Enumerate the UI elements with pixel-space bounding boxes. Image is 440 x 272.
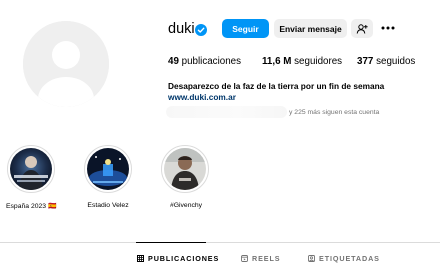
profile-avatar[interactable] [23,21,109,107]
following-count-label: seguidos [376,56,416,67]
verified-badge-icon [195,24,207,36]
tabs-divider [0,242,440,243]
profile-username: duki [168,21,195,37]
tagged-icon [308,254,315,262]
tab-posts-label: PUBLICACIONES [148,253,220,263]
highlight-label: #Givenchy [169,202,203,209]
followers-count-label: seguidores [294,56,343,67]
highlight-thumbnail [10,148,52,190]
follow-button[interactable]: Seguir [222,19,269,38]
highlight-thumbnail [164,148,206,190]
posts-count-label: publicaciones [181,56,242,67]
highlight-thumbnail [87,148,129,190]
following-count[interactable]: 377 seguidos [357,56,415,67]
add-person-icon [356,23,368,34]
story-highlight[interactable] [84,145,132,193]
send-message-button[interactable]: Enviar mensaje [274,19,347,38]
followers-count-value: 11,6 M [262,56,292,67]
story-highlight[interactable] [161,145,209,193]
tab-tagged-label: ETIQUETADAS [319,253,380,263]
suggested-accounts-button[interactable] [351,19,373,38]
posts-count-value: 49 [168,56,179,67]
highlight-label: Estadio Velez [87,202,129,209]
default-avatar-icon [23,21,109,107]
tab-reels[interactable]: REELS [241,253,280,263]
story-highlight[interactable] [7,145,55,193]
followed-by-text[interactable]: y 225 más siguen esta cuenta [289,109,379,116]
highlight-label: España 2023 🇪🇸 [6,203,57,210]
tab-posts[interactable]: PUBLICACIONES [137,253,219,263]
tab-tagged[interactable]: ETIQUETADAS [308,253,380,263]
posts-count: 49 publicaciones [168,56,241,67]
grid-icon [137,254,144,262]
reels-icon [241,254,248,262]
profile-website-link[interactable]: www.duki.com.ar [168,92,236,102]
profile-bio: Desaparezco de la faz de la tierra por u… [168,81,385,91]
followers-count[interactable]: 11,6 M seguidores [262,56,342,67]
active-tab-indicator [136,242,206,243]
more-options-icon[interactable] [381,26,395,30]
tab-reels-label: REELS [252,253,281,263]
following-count-value: 377 [357,56,374,67]
followed-by-avatars[interactable] [166,106,287,118]
